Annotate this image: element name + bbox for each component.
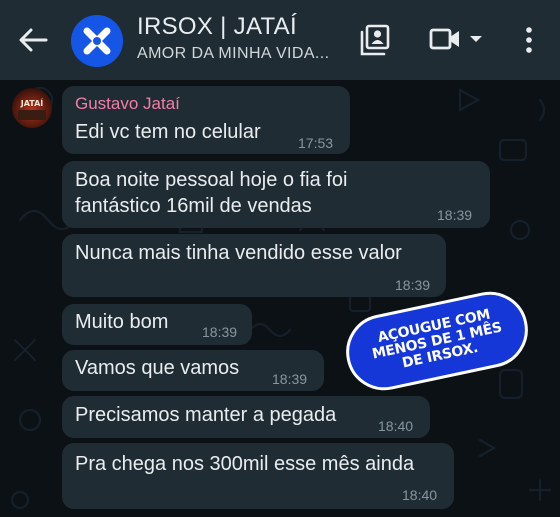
message-time: 18:40 (378, 418, 414, 434)
message-text: Vamos que vamos (75, 357, 240, 379)
message-bubble[interactable]: Muito bom 18:39 (62, 304, 252, 345)
chevron-down-icon[interactable] (468, 34, 484, 44)
more-vertical-icon[interactable] (522, 25, 536, 55)
message-text: Muito bom (75, 311, 169, 333)
svg-text:JATAÍ: JATAÍ (20, 97, 44, 108)
message-time: 18:39 (437, 207, 473, 223)
message-time: 18:39 (395, 277, 431, 293)
message-bubble[interactable]: Boa noite pessoal hoje o fia foi fantást… (62, 161, 490, 228)
message-text: Pra chega nos 300mil esse mês ainda (75, 453, 415, 475)
message-text: Nunca mais tinha vendido esse valor (75, 242, 402, 264)
message-text: Precisamos manter a pegada (75, 404, 337, 426)
message-time: 18:39 (202, 324, 238, 340)
sender-avatar-image: JATAÍ (12, 88, 52, 128)
message-bubble[interactable]: Nunca mais tinha vendido esse valor 18:3… (62, 234, 446, 297)
message-bubble[interactable]: Pra chega nos 300mil esse mês ainda 18:4… (62, 443, 454, 509)
group-avatar[interactable] (71, 15, 123, 67)
chat-header: IRSOX | JATAÍ AMOR DA MINHA VIDA... (0, 0, 560, 80)
message-text: Edi vc tem no celular (75, 121, 261, 143)
arrow-left-icon[interactable] (16, 24, 50, 56)
message-bubble[interactable]: Gustavo Jataí Edi vc tem no celular 17:5… (62, 86, 350, 154)
contact-card-icon[interactable] (360, 24, 390, 56)
chat-title[interactable]: IRSOX | JATAÍ (137, 13, 297, 41)
message-time: 17:53 (298, 135, 334, 151)
message-bubble[interactable]: Vamos que vamos 18:39 (62, 350, 324, 391)
message-time: 18:39 (272, 371, 308, 387)
sender-avatar[interactable]: JATAÍ (12, 88, 52, 128)
video-camera-icon[interactable] (429, 27, 461, 51)
sender-name[interactable]: Gustavo Jataí (75, 94, 180, 114)
message-text-line: Boa noite pessoal hoje o fia foi (75, 169, 348, 191)
irsox-logo-icon (71, 15, 123, 67)
message-text-line: fantástico 16mil de vendas (75, 195, 312, 217)
message-time: 18:40 (402, 487, 438, 503)
chat-subtitle[interactable]: AMOR DA MINHA VIDA... (137, 45, 329, 63)
message-bubble[interactable]: Precisamos manter a pegada 18:40 (62, 396, 430, 438)
